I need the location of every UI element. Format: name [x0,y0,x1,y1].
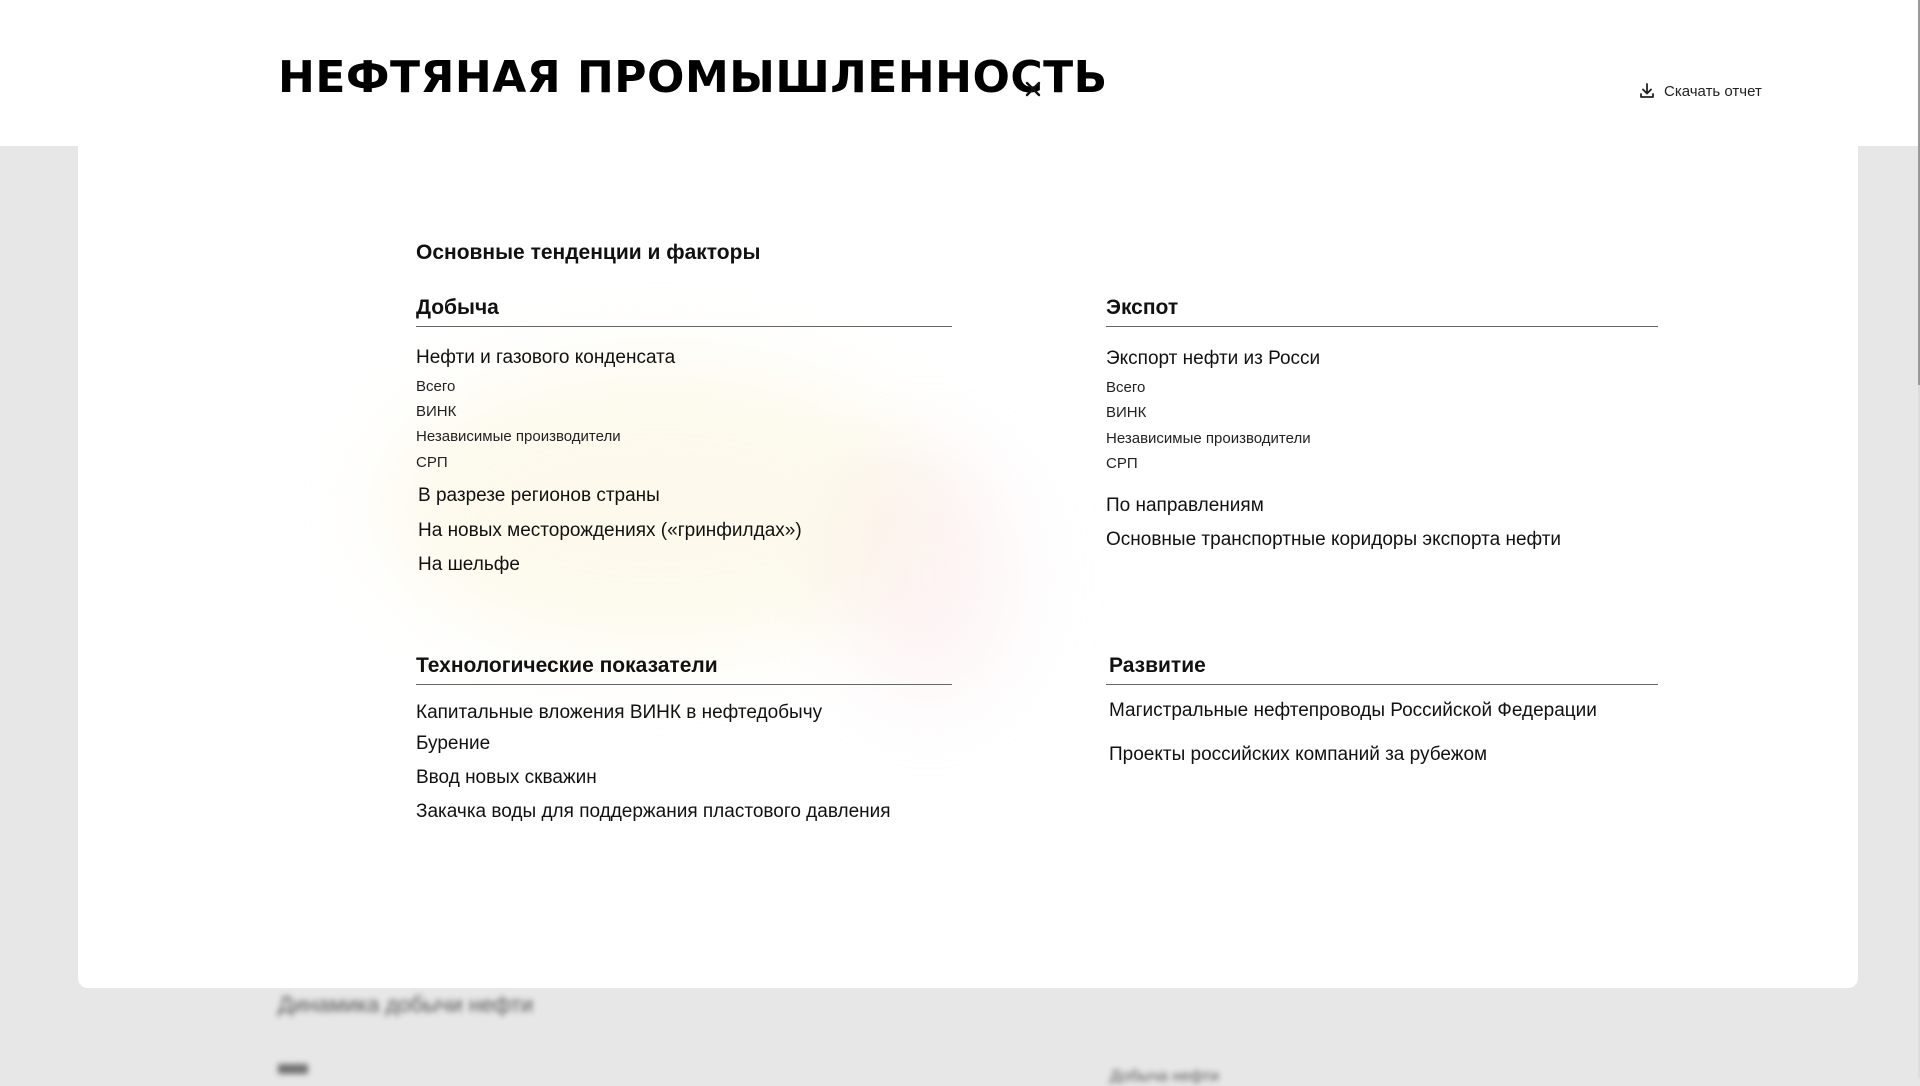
background-blurred-text-2: Добыча нефти [1110,1068,1220,1085]
extraction-title[interactable]: Добыча [416,296,952,327]
section-title[interactable]: Основные тенденции и факторы [416,241,760,265]
tech-item-drilling[interactable]: Бурение [416,733,490,755]
tech-column: Технологические показатели Капитальные в… [416,654,952,822]
extraction-subheading[interactable]: Нефти и газового конденсата [416,347,675,369]
tech-title[interactable]: Технологические показатели [416,654,952,685]
tech-item-new-wells[interactable]: Ввод новых скважин [416,767,597,789]
extraction-item-independent[interactable]: Независимые производители [416,428,621,445]
export-item-independent[interactable]: Независимые производители [1106,430,1311,447]
extraction-link-shelf[interactable]: На шельфе [418,554,520,576]
tech-item-capex[interactable]: Капитальные вложения ВИНК в нефтедобычу [416,702,822,724]
export-item-vink[interactable]: ВИНК [1106,404,1146,421]
close-icon[interactable] [1022,78,1044,100]
extraction-item-total[interactable]: Всего [416,378,455,395]
export-subheading[interactable]: Экспорт нефти из Росси [1106,348,1320,370]
export-item-total[interactable]: Всего [1106,379,1145,396]
download-icon [1640,83,1654,98]
menu-panel: Основные тенденции и факторы Добыча Нефт… [78,146,1858,988]
background-blurred-text: Динамика добычи нефти [278,992,534,1017]
development-column: Развитие Магистральные нефтепроводы Росс… [1106,654,1658,765]
export-link-directions[interactable]: По направлениям [1106,495,1264,517]
download-report-label: Скачать отчет [1664,82,1762,100]
development-title[interactable]: Развитие [1106,654,1658,685]
page-title: НЕФТЯНАЯ ПРОМЫШЛЕННОСТЬ [278,52,1108,103]
export-link-corridors[interactable]: Основные транспортные коридоры экспорта … [1106,529,1561,551]
extraction-item-vink[interactable]: ВИНК [416,403,456,420]
background-blurred-content: Динамика добычи нефти Добыча нефти [278,992,1219,1085]
download-report-button[interactable]: Скачать отчет [1638,82,1762,100]
development-item-pipelines[interactable]: Магистральные нефтепроводы Российской Фе… [1109,700,1597,722]
extraction-column: Добыча Нефти и газового конденсата Всего… [416,296,952,575]
development-item-projects-abroad[interactable]: Проекты российских компаний за рубежом [1109,744,1487,766]
export-title[interactable]: Экспот [1106,296,1658,327]
modal-header: НЕФТЯНАЯ ПРОМЫШЛЕННОСТЬ Скачать отчет [0,0,1918,146]
export-item-srp[interactable]: СРП [1106,455,1138,472]
extraction-link-greenfields[interactable]: На новых месторождениях («гринфилдах») [418,520,802,542]
extraction-item-srp[interactable]: СРП [416,454,448,471]
extraction-link-regions[interactable]: В разрезе регионов страны [418,485,660,507]
background-blurred-mark [278,1064,308,1074]
export-column: Экспот Экспорт нефти из Росси Всего ВИНК… [1106,296,1658,550]
tech-item-water-injection[interactable]: Закачка воды для поддержания пластового … [416,801,891,823]
